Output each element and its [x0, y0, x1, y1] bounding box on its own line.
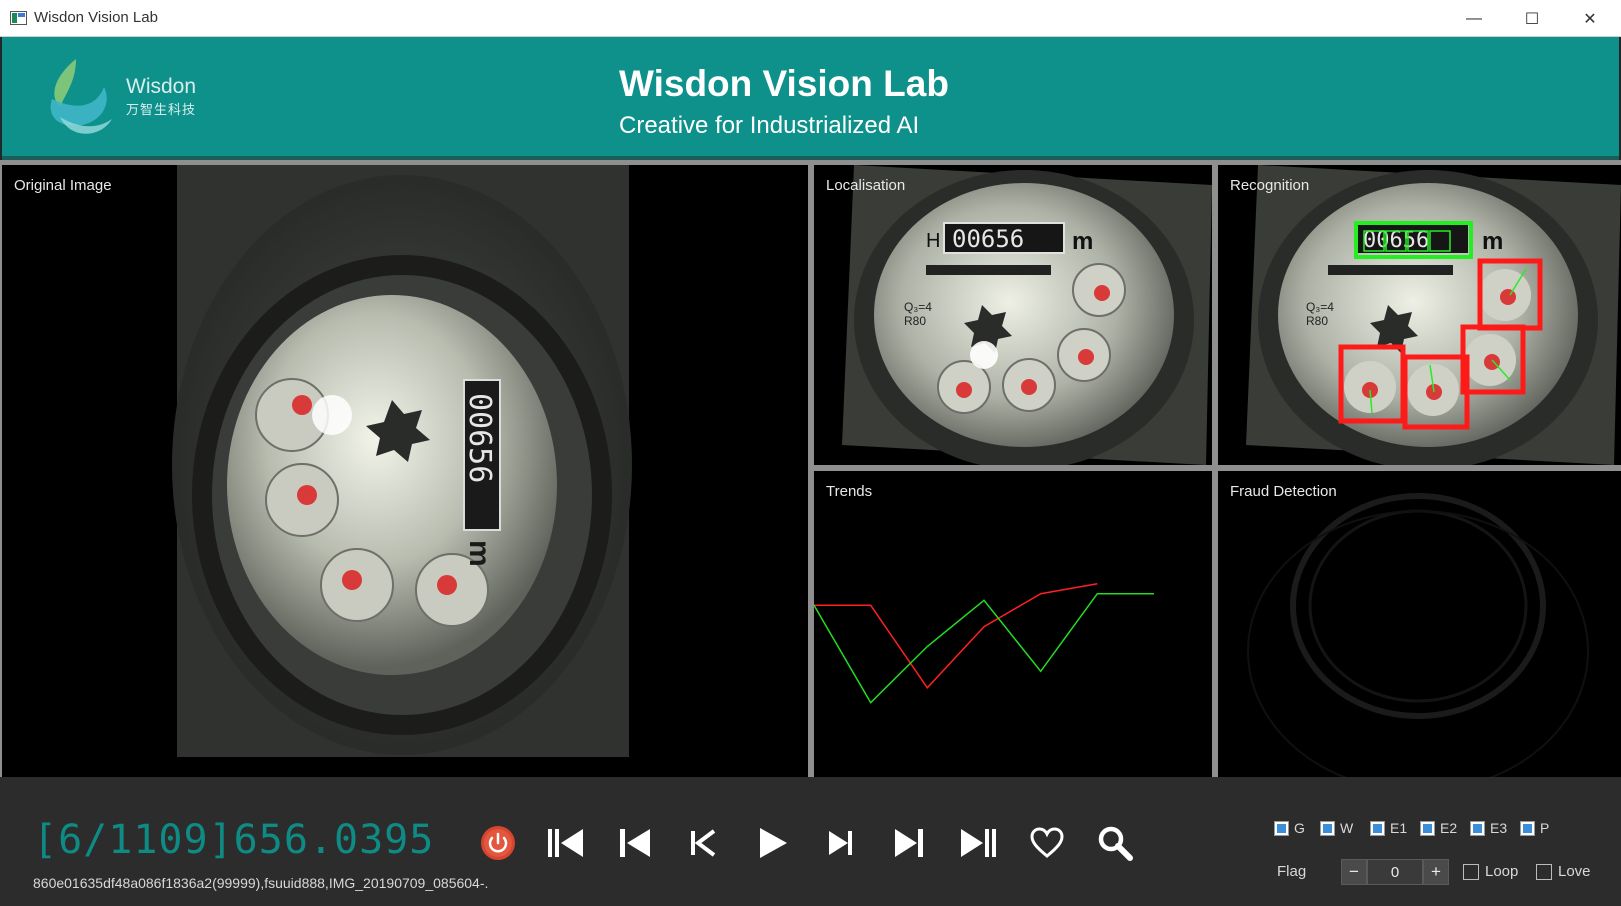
main-area: Original Image 00656 m Localisation H 00… [0, 160, 1621, 777]
panel-recognition: Recognition 00656 m Q₃=4 R80 [1218, 165, 1621, 465]
trend-series-1 [814, 583, 1098, 689]
checkbox-box [1520, 820, 1535, 836]
original-meter-image: 00656 m [172, 165, 632, 757]
panel-trends: Trends [814, 471, 1212, 777]
wisdon-logo: Wisdon 万智生科技 [46, 55, 216, 145]
trend-series-2 [814, 592, 1154, 704]
localisation-reading: 00656 [952, 225, 1024, 253]
panel-label: Trends [826, 483, 873, 500]
power-icon [481, 826, 515, 860]
play-icon [760, 828, 787, 858]
window-titlebar: Wisdon Vision Lab — ☐ ✕ [0, 0, 1621, 37]
localisation-q: Q₃=4 [904, 300, 932, 314]
play-button[interactable] [752, 823, 792, 863]
prev-icon [691, 829, 716, 857]
checkbox-label: G [1294, 820, 1305, 836]
checkbox-box [1470, 820, 1485, 836]
recognition-q: Q₃=4 [1306, 300, 1334, 314]
header-banner: Wisdon 万智生科技 Wisdon Vision Lab Creative … [0, 37, 1621, 160]
checkbox-label: E2 [1440, 820, 1458, 836]
flag-decrement-button[interactable]: − [1341, 859, 1367, 885]
checkbox-box [1274, 820, 1289, 836]
filter-e2-checkbox[interactable]: E2 [1420, 820, 1457, 836]
checkbox-label: Love [1558, 863, 1591, 880]
trends-chart [814, 583, 1154, 704]
favorite-button[interactable] [1027, 823, 1067, 863]
flag-stepper: − 0 + [1341, 859, 1449, 885]
banner-title: Wisdon Vision Lab [619, 63, 949, 104]
logo-word: Wisdon [126, 75, 197, 98]
panel-original-image: Original Image 00656 m [2, 165, 808, 777]
localisation-r: R80 [904, 314, 926, 328]
fraud-detection-image [1247, 493, 1589, 777]
window-title: Wisdon Vision Lab [34, 9, 158, 26]
checkbox-label: W [1340, 820, 1354, 836]
recognition-image: 00656 m Q₃=4 R80 [1246, 165, 1621, 465]
first-button[interactable] [546, 823, 586, 863]
next-icon [829, 831, 852, 855]
search-icon [1098, 826, 1133, 861]
minimize-button[interactable]: — [1445, 0, 1503, 37]
checkbox-label: Loop [1485, 863, 1519, 880]
checkbox-label: P [1540, 820, 1550, 836]
localisation-h: H [926, 230, 940, 252]
flag-value-input[interactable]: 0 [1367, 859, 1423, 885]
loop-checkbox[interactable]: Loop [1463, 863, 1518, 880]
heart-icon [1030, 827, 1064, 858]
skip-back-button[interactable] [615, 823, 655, 863]
next-button[interactable] [821, 823, 861, 863]
skip-forward-button[interactable] [890, 823, 930, 863]
checkbox-box [1320, 820, 1335, 836]
panel-fraud-detection: Fraud Detection [1218, 471, 1621, 777]
power-button[interactable] [478, 823, 518, 863]
last-button[interactable] [958, 823, 998, 863]
last-icon [961, 829, 996, 857]
localisation-unit: m [1072, 228, 1093, 255]
recognition-unit: m [1482, 228, 1503, 255]
panel-label: Localisation [826, 177, 906, 194]
flag-increment-button[interactable]: + [1423, 859, 1449, 885]
filter-w-checkbox[interactable]: W [1320, 820, 1353, 836]
panel-label: Recognition [1230, 177, 1310, 194]
banner-subtitle: Creative for Industrialized AI [619, 112, 920, 139]
logo-chinese: 万智生科技 [126, 102, 197, 117]
leaf-logo-icon [50, 59, 112, 134]
filter-e3-checkbox[interactable]: E3 [1470, 820, 1507, 836]
control-bar: [6/1109]656.0395 860e01635df48a086f1836a… [0, 777, 1621, 906]
close-button[interactable]: ✕ [1561, 0, 1619, 37]
filter-e1-checkbox[interactable]: E1 [1370, 820, 1407, 836]
flag-label: Flag [1277, 863, 1307, 880]
filter-p-checkbox[interactable]: P [1520, 820, 1549, 836]
love-checkbox[interactable]: Love [1536, 863, 1591, 880]
checkbox-label: E1 [1390, 820, 1408, 836]
localisation-image: H 00656 m Q₃=4 R80 [842, 165, 1212, 465]
original-reading: 00656 [462, 393, 497, 483]
file-info: 860e01635df48a086f1836a2(99999),fsuuid88… [33, 875, 489, 891]
checkbox-box [1536, 863, 1552, 880]
checkbox-label: E3 [1490, 820, 1508, 836]
prev-button[interactable] [683, 823, 723, 863]
panel-localisation: Localisation H 00656 m Q₃=4 R80 [814, 165, 1212, 465]
checkbox-box [1463, 863, 1479, 880]
maximize-button[interactable]: ☐ [1503, 0, 1561, 37]
checkbox-box [1370, 820, 1385, 836]
skip-back-icon [620, 829, 650, 857]
app-icon [10, 11, 27, 25]
filter-g-checkbox[interactable]: G [1274, 820, 1305, 836]
first-icon [548, 829, 583, 857]
recognition-r: R80 [1306, 314, 1328, 328]
original-unit: m [463, 540, 496, 567]
frame-counter: [6/1109]656.0395 [33, 817, 435, 863]
panel-label: Original Image [14, 177, 112, 194]
search-button[interactable] [1095, 823, 1135, 863]
checkbox-box [1420, 820, 1435, 836]
panel-label: Fraud Detection [1230, 483, 1337, 500]
skip-forward-icon [895, 829, 923, 857]
